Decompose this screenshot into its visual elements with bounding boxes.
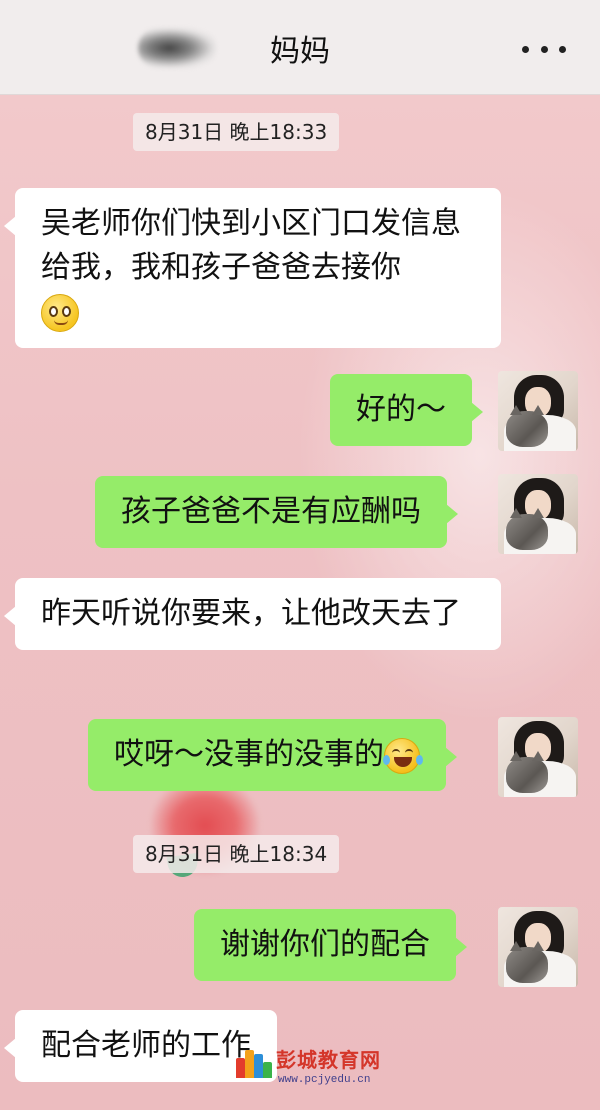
avatar[interactable] [498,371,578,451]
message-bubble-received[interactable]: 吴老师你们快到小区门口发信息给我，我和孩子爸爸去接你 [4,188,501,348]
timestamp: 8月31日 晚上18:34 [133,835,340,873]
watermark-logo-icon [236,1048,272,1078]
message-bubble-sent[interactable]: 哎呀～没事的没事的 [88,719,457,791]
watermark-url: www.pcjyedu.cn [278,1074,371,1086]
message-bubble-received[interactable]: 昨天听说你要来，让他改天去了 [4,578,501,650]
watermark-name: 彭城教育网 [276,1048,381,1072]
message-text: 哎呀～没事的没事的 [114,737,384,772]
message-text: 谢谢你们的配合 [220,927,430,962]
avatar[interactable] [498,717,578,797]
watermark: 彭城教育网 www.pcjyedu.cn [236,1042,386,1094]
message-text: 好的～ [356,392,446,427]
message-bubble-sent[interactable]: 孩子爸爸不是有应酬吗 [95,476,458,548]
avatar[interactable] [498,474,578,554]
message-text: 孩子爸爸不是有应酬吗 [121,494,421,529]
laugh-cry-emoji-icon [383,737,423,774]
smile-emoji-icon [41,293,79,332]
avatar[interactable] [498,907,578,987]
message-text: 昨天听说你要来，让他改天去了 [41,596,461,631]
message-text: 吴老师你们快到小区门口发信息给我，我和孩子爸爸去接你 [41,206,461,285]
more-dots-icon[interactable] [522,34,566,64]
message-bubble-sent[interactable]: 好的～ [330,374,483,446]
chat-area[interactable]: 8月31日 晚上18:33 吴老师你们快到小区门口发信息给我，我和孩子爸爸去接你… [0,95,600,1110]
timestamp: 8月31日 晚上18:33 [133,113,340,151]
chat-title: 妈妈 [270,34,330,69]
chat-header: 妈妈 [0,0,600,95]
message-bubble-sent[interactable]: 谢谢你们的配合 [194,909,467,981]
message-text: 配合老师的工作 [41,1028,251,1063]
